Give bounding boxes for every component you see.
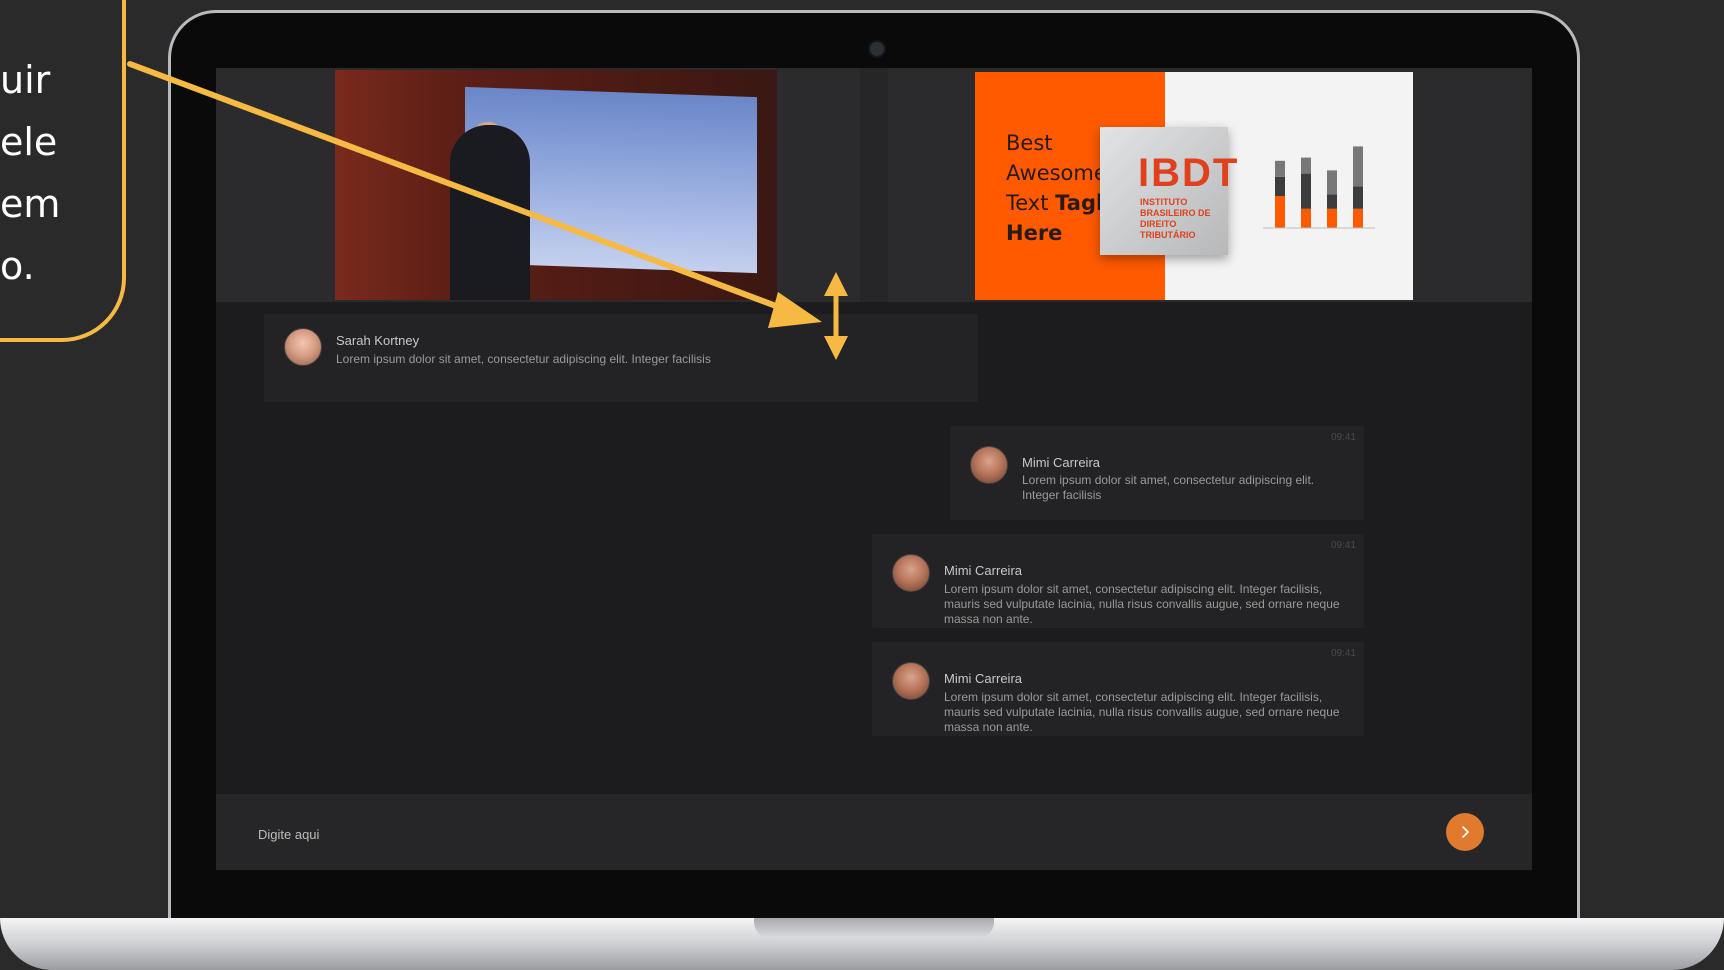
callout-text-line-1: uir: [0, 58, 51, 102]
message-text: Lorem ipsum dolor sit amet, consectetur …: [336, 352, 711, 366]
app-screen: Best Awesome Text Tagline Here IBDT INST…: [216, 68, 1532, 870]
chat-message: Sarah Kortney Lorem ipsum dolor sit amet…: [264, 314, 978, 402]
mini-chart-bar: [1275, 176, 1285, 196]
callout-text-line-4: o.: [0, 244, 35, 288]
slide-line-3-prefix: Text: [1006, 191, 1056, 215]
message-text: Lorem ipsum dolor sit amet, consectetur …: [1022, 473, 1315, 502]
mini-chart-bar: [1275, 196, 1285, 228]
message-composer: [216, 794, 1532, 870]
mini-chart-bar: [1353, 208, 1363, 228]
shared-slide-tile[interactable]: Best Awesome Text Tagline Here IBDT INST…: [888, 68, 1532, 302]
speaker-video-frame: [335, 70, 777, 300]
message-text: Lorem ipsum dolor sit amet, consectetur …: [944, 582, 1340, 626]
mini-chart-bar: [1327, 170, 1337, 195]
message-author: Mimi Carreira: [1022, 455, 1100, 470]
callout-text-line-2: ele: [0, 120, 58, 164]
video-strip: Best Awesome Text Tagline Here IBDT INST…: [216, 68, 1532, 302]
mini-chart-bar: [1301, 208, 1311, 228]
chat-message: 09:41 Mimi Carreira Lorem ipsum dolor si…: [872, 534, 1364, 628]
logo-subtitle: INSTITUTO BRASILEIRO DE DIREITO TRIBUTÁR…: [1140, 197, 1211, 240]
mini-chart-bar: [1327, 194, 1337, 209]
send-button[interactable]: [1446, 813, 1484, 851]
annotation-callout-box: [0, 0, 126, 342]
message-author: Mimi Carreira: [944, 563, 1022, 578]
avatar: [892, 554, 930, 592]
message-input[interactable]: [256, 822, 1320, 846]
message-text: Lorem ipsum dolor sit amet, consectetur …: [944, 690, 1340, 734]
slide-mini-chart: [1263, 146, 1375, 229]
chat-message: 09:41 Mimi Carreira Lorem ipsum dolor si…: [872, 642, 1364, 736]
mini-chart-bar: [1301, 157, 1311, 174]
message-time: 09:41: [1330, 540, 1356, 551]
mini-chart-bar: [1353, 146, 1363, 187]
chevron-right-icon: [1462, 826, 1469, 838]
speaker-figure: [450, 125, 530, 300]
shared-slide: Best Awesome Text Tagline Here IBDT INST…: [975, 72, 1413, 300]
mini-chart-bar: [1275, 160, 1285, 177]
webcam-icon: [868, 40, 886, 58]
avatar: [284, 328, 322, 366]
avatar: [970, 446, 1008, 484]
logo-word: IBDT: [1138, 151, 1240, 195]
laptop-notch: [754, 918, 994, 938]
callout-text-line-3: em: [0, 182, 61, 226]
mini-chart-bar: [1327, 208, 1337, 228]
speaker-video-tile[interactable]: [216, 68, 860, 302]
message-time: 09:41: [1330, 432, 1356, 443]
message-time: 09:41: [1330, 648, 1356, 659]
mini-chart-bar: [1353, 186, 1363, 209]
mini-chart-bar: [1301, 173, 1311, 209]
chat-message: 09:41 Mimi Carreira Lorem ipsum dolor si…: [950, 426, 1364, 520]
avatar: [892, 662, 930, 700]
message-author: Mimi Carreira: [944, 671, 1022, 686]
ibdt-logo: IBDT INSTITUTO BRASILEIRO DE DIREITO TRI…: [1100, 127, 1237, 255]
slide-line-4-bold: Here: [1006, 221, 1063, 245]
message-author: Sarah Kortney: [336, 333, 420, 348]
